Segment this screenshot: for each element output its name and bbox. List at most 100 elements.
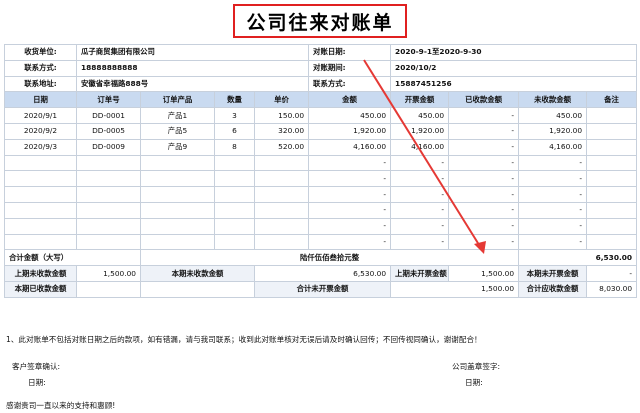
table-cell: 产品1 xyxy=(140,107,215,124)
table-cell xyxy=(586,122,638,140)
table-cell xyxy=(140,170,215,188)
table-cell: 4,160.00 xyxy=(518,138,588,156)
column-header-row: 日期 订单号 订单产品 数量 单价 金额 开票金额 已收款金额 未收款金额 备注 xyxy=(4,91,638,109)
customer-sign-label: 客户签章确认: xyxy=(12,362,61,371)
total-amount: 6,530.00 xyxy=(518,249,638,267)
table-cell: - xyxy=(448,186,520,203)
info-label: 收货单位: xyxy=(4,44,77,61)
summary-value: 1,500.00 xyxy=(390,280,520,298)
table-cell: 4,160.00 xyxy=(308,138,392,156)
table-cell: - xyxy=(518,186,588,203)
table-cell: - xyxy=(390,154,450,172)
table-cell: 产品9 xyxy=(140,138,215,156)
info-label: 对账期间: xyxy=(308,59,392,77)
table-row: ---- xyxy=(4,217,638,235)
column-header: 未收款金额 xyxy=(518,91,588,109)
table-cell xyxy=(4,170,77,188)
table-cell: - xyxy=(448,107,520,124)
table-cell xyxy=(253,170,310,188)
total-label: 合计金额（大写） xyxy=(4,249,141,267)
info-label: 对账日期: xyxy=(308,44,392,61)
table-cell: - xyxy=(390,201,450,219)
table-cell: - xyxy=(518,154,588,172)
table-row: ---- xyxy=(4,233,638,251)
table-cell: - xyxy=(390,186,450,203)
info-label: 联系地址: xyxy=(4,75,77,93)
footnote: 1、此对账单不包括对账日期之后的款项，如有错漏，请与我司联系；收到此对账单核对无… xyxy=(6,335,482,344)
table-cell xyxy=(76,201,141,219)
table-cell: 2020/9/2 xyxy=(4,122,77,140)
summary-row: 上期未收款金额 1,500.00 本期未收款金额 6,530.00 上期未开票金… xyxy=(4,265,638,282)
table-row: 2020/9/3 DD-0009 产品9 8 520.00 4,160.00 4,160.0… xyxy=(4,138,638,156)
table-cell xyxy=(586,201,638,219)
column-header: 单价 xyxy=(253,91,310,109)
table-cell: - xyxy=(518,201,588,219)
table-cell xyxy=(4,154,77,172)
table-cell: - xyxy=(390,217,450,235)
table-cell: 2020/9/3 xyxy=(4,138,77,156)
table-cell: - xyxy=(308,170,392,188)
table-cell: 450.00 xyxy=(308,107,392,124)
table-cell: 1,920.00 xyxy=(390,122,450,140)
info-value: 安徽省幸福路888号 xyxy=(75,75,310,93)
table-cell xyxy=(586,233,638,251)
table-cell xyxy=(76,186,141,203)
table-cell: 320.00 xyxy=(253,122,310,140)
column-header: 金额 xyxy=(308,91,392,109)
table-cell: 150.00 xyxy=(253,107,310,124)
info-value: 15887451256 xyxy=(390,75,638,93)
table-cell xyxy=(76,154,141,172)
table-cell xyxy=(76,233,141,251)
summary-label: 合计应收款金额 xyxy=(518,280,588,298)
table-cell xyxy=(140,217,215,235)
summary-empty xyxy=(140,280,255,298)
table-row: 2020/9/2 DD-0005 产品5 6 320.00 1,920.00 1,920.0… xyxy=(4,122,638,140)
table-cell xyxy=(140,154,215,172)
info-value: 瓜子商贸集团有限公司 xyxy=(75,44,310,61)
summary-value xyxy=(76,280,141,298)
total-row: 合计金额（大写） 陆仟伍佰叁拾元整 6,530.00 xyxy=(4,249,638,267)
table-cell: 450.00 xyxy=(390,107,450,124)
table-cell: 520.00 xyxy=(253,138,310,156)
info-value: 2020/10/2 xyxy=(390,59,638,77)
table-cell xyxy=(4,233,77,251)
table-cell xyxy=(4,186,77,203)
table-cell: 4,160.00 xyxy=(390,138,450,156)
summary-value: 8,030.00 xyxy=(586,280,638,298)
table-cell xyxy=(253,186,310,203)
table-body: 2020/9/1 DD-0001 产品1 3 150.00 450.00 450.00-45… xyxy=(4,107,638,251)
info-value: 18888888888 xyxy=(75,59,310,77)
table-cell xyxy=(214,217,255,235)
table-cell: 8 xyxy=(214,138,255,156)
table-cell: - xyxy=(308,186,392,203)
table-cell: - xyxy=(308,201,392,219)
company-sign-label: 公司盖章签字: xyxy=(452,362,501,371)
table-cell: DD-0001 xyxy=(76,107,141,124)
summary-row: 本期已收款金额 合计未开票金额 1,500.00 合计应收款金额 8,030.0… xyxy=(4,280,638,298)
summary-label: 本期未收款金额 xyxy=(140,265,255,282)
company-date-label: 日期: xyxy=(465,378,483,387)
summary-value: 6,530.00 xyxy=(253,265,392,282)
table-cell: DD-0005 xyxy=(76,122,141,140)
table-cell xyxy=(253,154,310,172)
table-cell: - xyxy=(448,138,520,156)
table-cell xyxy=(214,233,255,251)
summary-label: 合计未开票金额 xyxy=(253,280,392,298)
summary-label: 上期未收款金额 xyxy=(4,265,77,282)
title-area: 公司往来对账单 xyxy=(0,0,640,42)
table-cell: - xyxy=(308,154,392,172)
info-row: 联系方式: 18888888888 对账期间: 2020/10/2 xyxy=(4,59,638,77)
table-cell: - xyxy=(448,122,520,140)
table-cell: - xyxy=(448,154,520,172)
table-cell xyxy=(214,186,255,203)
table-cell xyxy=(140,233,215,251)
table-cell: - xyxy=(448,217,520,235)
info-row: 联系地址: 安徽省幸福路888号 联系方式: 15887451256 xyxy=(4,75,638,93)
column-header: 备注 xyxy=(586,91,638,109)
table-cell: - xyxy=(518,233,588,251)
info-label: 联系方式: xyxy=(4,59,77,77)
table-row: ---- xyxy=(4,186,638,203)
table-row: ---- xyxy=(4,201,638,219)
table-cell: 产品5 xyxy=(140,122,215,140)
table-cell: 6 xyxy=(214,122,255,140)
